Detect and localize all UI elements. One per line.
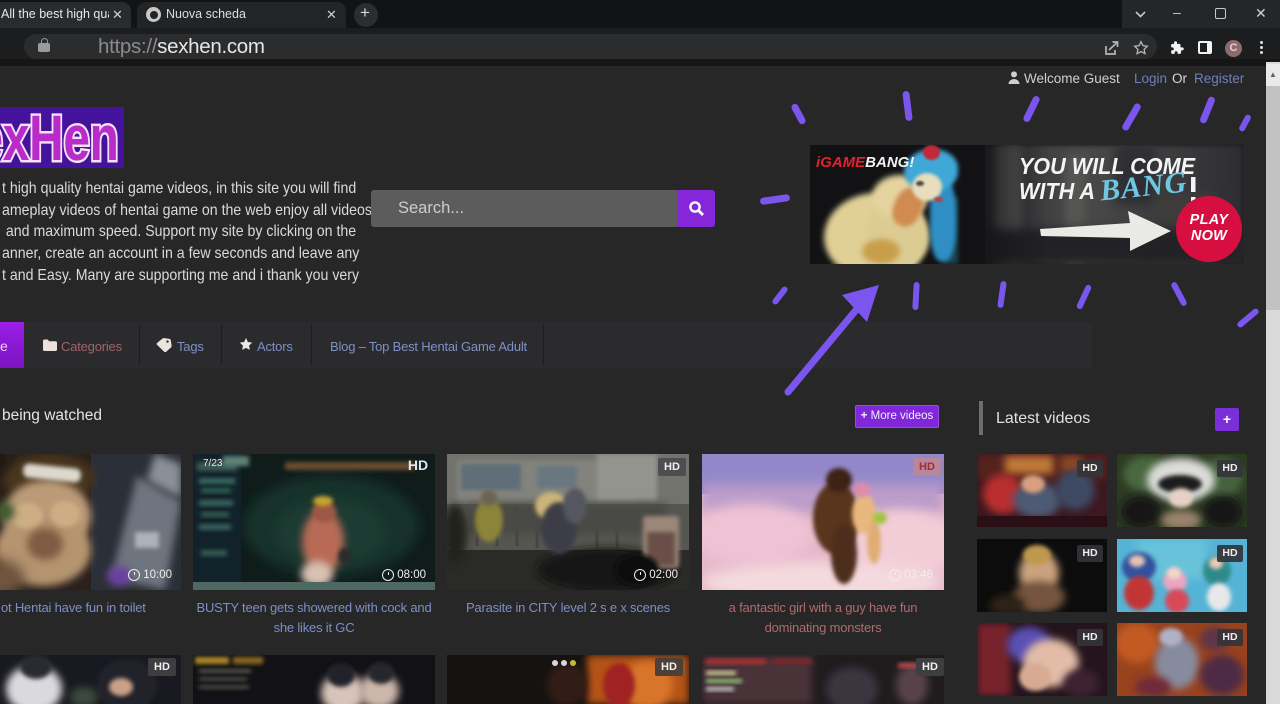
svg-text:7/23: 7/23 xyxy=(203,458,223,469)
